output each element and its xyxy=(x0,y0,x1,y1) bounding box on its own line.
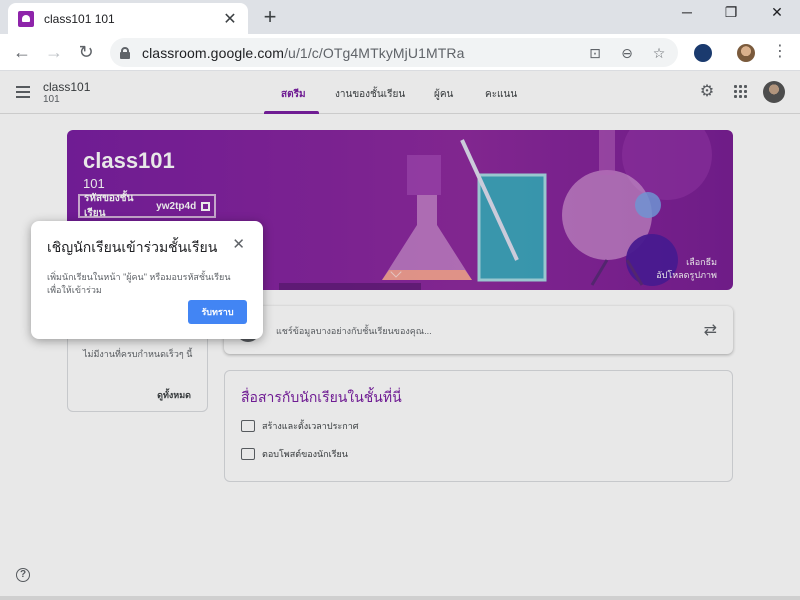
class-name[interactable]: class101 xyxy=(43,80,90,94)
reload-icon[interactable]: ↻ xyxy=(73,40,99,64)
tab-grades[interactable]: คะแนน xyxy=(485,87,517,102)
banner-class-section: 101 xyxy=(83,176,105,191)
active-tab-indicator xyxy=(264,111,319,114)
browser-tab-bar: class101 101 ✕ + ─ ❐ ✕ xyxy=(0,0,800,34)
new-tab-button[interactable]: + xyxy=(258,4,282,30)
communicate-card: สื่อสารกับนักเรียนในชั้นที่นี่ สร้างและต… xyxy=(224,370,733,482)
account-avatar[interactable] xyxy=(763,81,785,103)
class-code-value: yw2tp4d xyxy=(156,200,197,212)
view-all-link[interactable]: ดูทั้งหมด xyxy=(157,388,191,402)
repost-icon[interactable]: ⇄ xyxy=(704,320,717,340)
menu-icon[interactable] xyxy=(16,86,30,98)
share-placeholder[interactable]: แชร์ข้อมูลบางอย่างกับชั้นเรียนของคุณ... xyxy=(276,324,432,338)
tab-title: class101 101 xyxy=(44,11,115,26)
translate-icon[interactable]: ⊡ xyxy=(586,44,604,62)
upload-photo-link[interactable]: อัปโหลดรูปภาพ xyxy=(656,268,717,282)
tab-people[interactable]: ผู้คน xyxy=(434,87,453,102)
tab-stream[interactable]: สตรีม xyxy=(281,87,306,102)
reply-posts-label: ตอบโพสต์ของนักเรียน xyxy=(262,449,348,459)
restore-button[interactable]: ❐ xyxy=(716,4,746,26)
upcoming-empty-text: ไม่มีงานที่ครบกำหนดเร็วๆ นี้ xyxy=(83,349,193,359)
back-arrow-icon[interactable]: ← xyxy=(9,40,35,64)
forward-arrow-icon[interactable]: → xyxy=(41,40,67,64)
browser-tab[interactable]: class101 101 ✕ xyxy=(8,3,248,34)
got-it-button[interactable]: รับทราบ xyxy=(188,300,247,324)
url-text[interactable]: classroom.google.com/u/1/c/OTg4MTkyMjU1M… xyxy=(142,45,572,61)
extension-icon[interactable] xyxy=(694,44,712,62)
zoom-icon[interactable]: ⊖ xyxy=(618,44,636,62)
browser-toolbar: ← → ↻ classroom.google.com/u/1/c/OTg4MTk… xyxy=(0,34,800,71)
class-code-box[interactable]: รหัสของชั้นเรียน yw2tp4d xyxy=(78,193,216,219)
classroom-app-bar: class101 101 สตรีม งานของชั้นเรียน ผู้คน… xyxy=(0,71,800,114)
address-bar[interactable]: classroom.google.com/u/1/c/OTg4MTkyMjU1M… xyxy=(110,38,678,67)
apps-grid-icon[interactable] xyxy=(734,85,748,99)
url-host: classroom.google.com xyxy=(142,44,285,61)
tab-classwork[interactable]: งานของชั้นเรียน xyxy=(335,87,405,102)
class-code-label: รหัสของชั้นเรียน xyxy=(84,193,134,219)
banner-class-title: class101 xyxy=(83,148,175,173)
comment-icon xyxy=(241,448,255,460)
invite-students-popup: เชิญนักเรียนเข้าร่วมชั้นเรียน ✕ เพิ่มนัก… xyxy=(31,221,263,339)
classroom-favicon-icon xyxy=(18,10,34,27)
help-icon[interactable]: ? xyxy=(16,568,30,582)
popup-body: เพิ่มนักเรียนในหน้า "ผู้คน" หรือมอบรหัสช… xyxy=(47,272,231,295)
popup-title: เชิญนักเรียนเข้าร่วมชั้นเรียน xyxy=(47,239,218,255)
reply-posts-item[interactable]: ตอบโพสต์ของนักเรียน xyxy=(241,447,348,461)
minimize-button[interactable]: ─ xyxy=(672,4,702,26)
announcement-icon xyxy=(241,420,255,432)
fullscreen-icon[interactable] xyxy=(201,201,210,211)
more-menu-icon[interactable]: ⋮ xyxy=(767,40,793,64)
tab-close-icon[interactable]: ✕ xyxy=(222,9,238,29)
communicate-title: สื่อสารกับนักเรียนในชั้นที่นี่ xyxy=(241,389,402,405)
star-icon[interactable]: ☆ xyxy=(650,44,668,62)
taskbar-strip xyxy=(0,596,800,600)
lock-icon xyxy=(120,46,130,59)
url-path: /u/1/c/OTg4MTkyMjU1MTRa xyxy=(284,44,465,61)
share-announcement-box[interactable]: แชร์ข้อมูลบางอย่างกับชั้นเรียนของคุณ... … xyxy=(224,306,733,354)
settings-gear-icon[interactable]: ⚙ xyxy=(698,83,716,101)
profile-avatar[interactable] xyxy=(737,44,755,62)
select-theme-link[interactable]: เลือกธีม xyxy=(686,255,717,269)
create-announcement-label: สร้างและตั้งเวลาประกาศ xyxy=(262,421,359,431)
close-icon[interactable]: ✕ xyxy=(232,235,245,253)
window-close-button[interactable]: ✕ xyxy=(762,4,792,26)
create-announcement-item[interactable]: สร้างและตั้งเวลาประกาศ xyxy=(241,419,358,433)
class-section: 101 xyxy=(43,94,60,105)
